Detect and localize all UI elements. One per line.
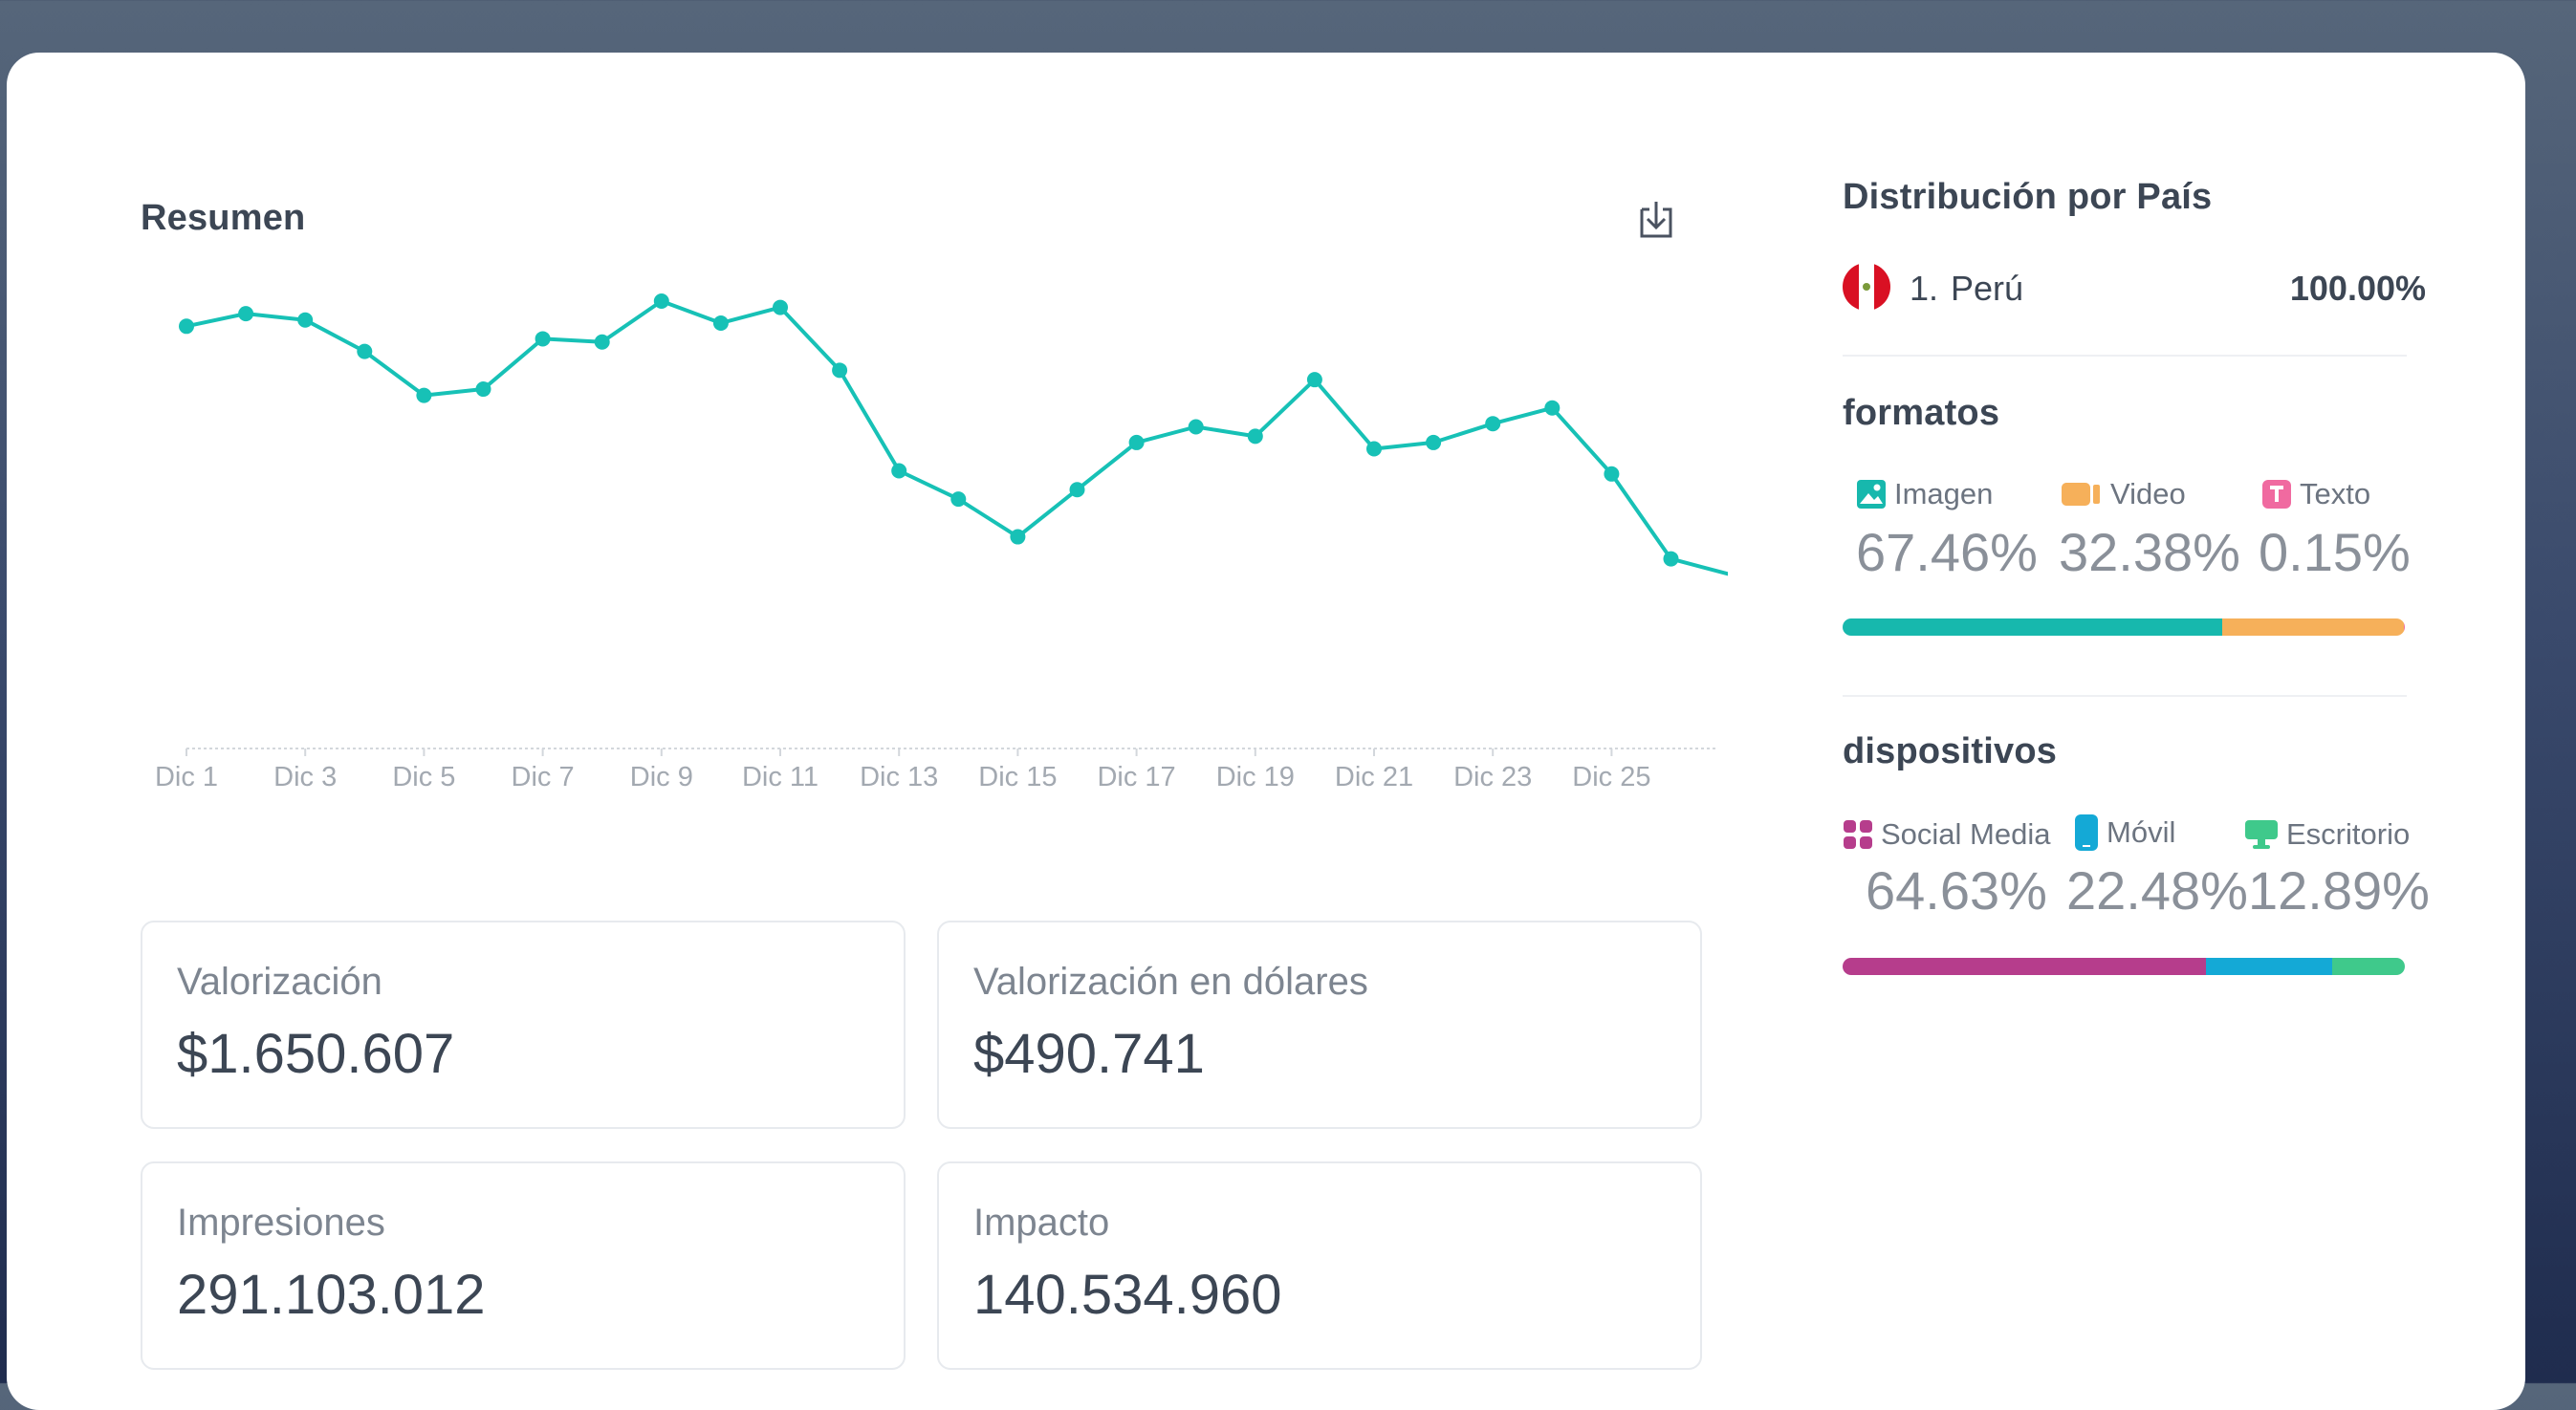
x-tick-labels: Dic 1 Dic 3 Dic 5 Dic 7 Dic 9 Dic 11 Dic 13 Dic… — [155, 748, 1651, 792]
devices-bar — [1843, 958, 2405, 975]
data-point[interactable] — [416, 387, 432, 403]
desktop-icon — [2245, 820, 2278, 849]
legend-label: Imagen — [1894, 477, 1994, 510]
legend-escritorio: Escritorio — [2244, 817, 2410, 852]
legend-label: Social Media — [1881, 817, 2051, 851]
stat-label: Impacto — [973, 1202, 1110, 1244]
video-icon — [2062, 483, 2100, 506]
data-point[interactable] — [179, 318, 194, 335]
stat-label: Impresiones — [177, 1202, 385, 1244]
bar-segment-video — [2221, 618, 2405, 636]
x-tick-label: Dic 9 — [630, 762, 693, 792]
country-name: Perú — [1951, 269, 2024, 308]
data-point[interactable] — [891, 463, 907, 479]
legend-imagen: Imagen — [1856, 477, 1993, 511]
bar-segment-texto — [2404, 618, 2405, 636]
data-point[interactable] — [1485, 416, 1501, 432]
peru-flag-icon — [1843, 263, 1890, 311]
stat-label: Valorización en dólares — [973, 961, 1368, 1003]
data-point[interactable] — [594, 334, 610, 350]
bar-segment-escritorio — [2332, 958, 2405, 975]
data-point[interactable] — [1010, 529, 1026, 545]
stat-label: Valorización — [177, 961, 382, 1003]
data-point[interactable] — [1604, 466, 1620, 482]
line-chart: Dic 1 Dic 3 Dic 5 Dic 7 Dic 9 Dic 11 Dic 13 Dic… — [155, 293, 1728, 792]
data-point[interactable] — [712, 315, 729, 332]
divider — [1843, 355, 2407, 357]
bar-segment-social-media — [1843, 958, 2207, 975]
format-percent-texto: 0.15% — [2259, 522, 2411, 582]
stat-value: $490.741 — [973, 1023, 1205, 1085]
x-tick-label: Dic 15 — [978, 762, 1057, 792]
legend-label: Móvil — [2107, 815, 2176, 849]
formats-title: formatos — [1843, 393, 2000, 433]
data-point[interactable] — [1366, 441, 1382, 457]
data-points — [179, 293, 1679, 567]
legend-label: Video — [2110, 477, 2186, 510]
stat-card-valorizacion: Valorización $1.650.607 — [141, 921, 906, 1129]
summary-panel: Resumen Dic 1 Dic 3 Dic 5 Dic 7 Dic 9 Dic 11 D… — [102, 110, 1728, 1391]
x-tick-label: Dic 11 — [742, 762, 819, 792]
data-point[interactable] — [773, 299, 788, 315]
data-point[interactable] — [1544, 400, 1561, 416]
stat-value: $1.650.607 — [177, 1023, 455, 1085]
country-percent: 100.00% — [2289, 269, 2426, 308]
distribution-panel: Distribución por País 1. Perú 100.00% fo… — [1843, 119, 2435, 1037]
data-point[interactable] — [357, 343, 373, 359]
dashboard-card: Resumen Dic 1 Dic 3 Dic 5 Dic 7 Dic 9 Dic 11 D… — [7, 53, 2525, 1410]
country-rank: 1. — [1910, 269, 1939, 308]
x-tick-label: Dic 7 — [512, 762, 575, 792]
legend-movil: Móvil — [2074, 813, 2175, 852]
divider — [1843, 695, 2407, 697]
legend-texto: Texto — [2261, 477, 2370, 511]
stat-card-impresiones: Impresiones 291.103.012 — [141, 1161, 906, 1370]
legend-label: Texto — [2300, 477, 2371, 510]
data-point[interactable] — [832, 362, 848, 379]
formats-bar — [1843, 618, 2405, 636]
x-tick-label: Dic 21 — [1335, 762, 1413, 792]
mobile-icon — [2075, 814, 2098, 851]
format-percent-video: 32.38% — [2059, 522, 2240, 582]
legend-label: Escritorio — [2286, 817, 2411, 851]
stat-value: 291.103.012 — [177, 1264, 486, 1326]
country-distribution-title: Distribución por País — [1843, 177, 2213, 217]
data-point[interactable] — [1128, 434, 1145, 450]
x-tick-label: Dic 5 — [392, 762, 455, 792]
device-percent-movil: 22.48% — [2066, 860, 2248, 921]
data-point[interactable] — [238, 306, 254, 322]
x-tick-label: Dic 23 — [1453, 762, 1532, 792]
data-point[interactable] — [1663, 551, 1679, 567]
x-tick-label: Dic 19 — [1216, 762, 1295, 792]
stat-value: 140.534.960 — [973, 1264, 1282, 1326]
stat-card-impacto: Impacto 140.534.960 — [937, 1161, 1702, 1370]
data-point[interactable] — [475, 381, 491, 398]
x-tick-label: Dic 25 — [1572, 762, 1650, 792]
data-point[interactable] — [1188, 419, 1204, 435]
data-point[interactable] — [1069, 482, 1085, 498]
format-percent-imagen: 67.46% — [1856, 522, 2038, 582]
stat-card-valorizacion-dolares: Valorización en dólares $490.741 — [937, 921, 1702, 1129]
text-icon — [2262, 480, 2291, 509]
data-point[interactable] — [653, 293, 669, 309]
data-point[interactable] — [535, 331, 551, 347]
series-line — [186, 299, 1728, 576]
social-media-icon — [1844, 820, 1872, 849]
device-percent-social-media: 64.63% — [1866, 860, 2047, 921]
x-tick-label: Dic 3 — [273, 762, 337, 792]
data-point[interactable] — [1306, 372, 1322, 388]
devices-title: dispositivos — [1843, 731, 2058, 771]
legend-video: Video — [2061, 477, 2186, 511]
x-tick-label: Dic 13 — [860, 762, 938, 792]
data-point[interactable] — [950, 491, 967, 508]
image-icon — [1857, 480, 1886, 509]
bar-segment-móvil — [2206, 958, 2333, 975]
x-tick-label: Dic 1 — [155, 762, 218, 792]
device-percent-escritorio: 12.89% — [2248, 860, 2430, 921]
legend-social-media: Social Media — [1843, 817, 2050, 852]
data-point[interactable] — [1247, 428, 1263, 445]
bar-segment-imagen — [1843, 618, 2222, 636]
x-tick-label: Dic 17 — [1097, 762, 1175, 792]
data-point[interactable] — [297, 312, 314, 328]
data-point[interactable] — [1426, 434, 1442, 450]
